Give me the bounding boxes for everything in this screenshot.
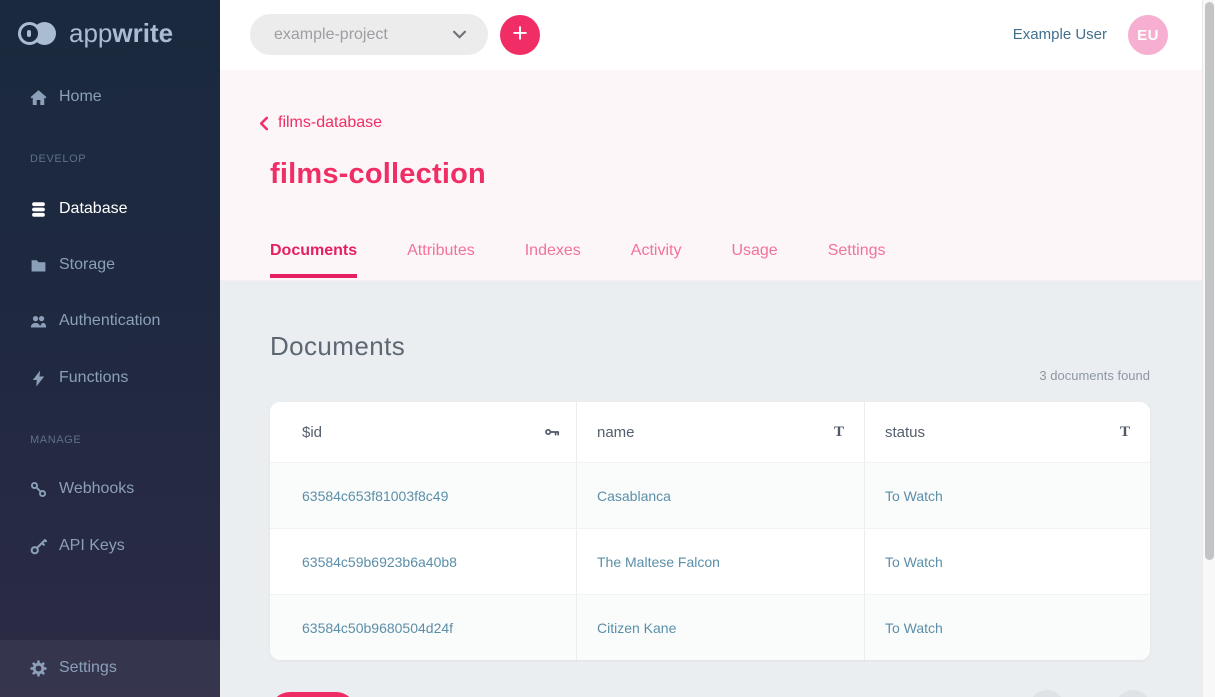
tab-usage[interactable]: Usage	[731, 242, 777, 278]
appwrite-logo-icon	[18, 20, 58, 47]
sidebar: appwrite Home DEVELOP Database Storage A…	[0, 0, 220, 697]
sidebar-item-settings[interactable]: Settings	[30, 657, 117, 679]
sidebar-section-manage: MANAGE	[30, 434, 81, 446]
table-row[interactable]: 63584c50b9680504d24f Citizen Kane To Wat…	[270, 594, 1150, 660]
page-title: films-collection	[270, 158, 486, 191]
pagination-next-button[interactable]	[1115, 690, 1151, 697]
chevron-left-icon	[258, 116, 270, 131]
home-icon	[30, 89, 47, 106]
sidebar-item-label: Storage	[59, 254, 115, 276]
topbar: example-project + Example User EU	[220, 0, 1215, 70]
sidebar-item-authentication[interactable]: Authentication	[30, 310, 160, 332]
section-heading: Documents	[270, 331, 405, 362]
plus-icon: +	[512, 20, 528, 47]
column-header-status[interactable]: status T	[864, 402, 1150, 462]
users-icon	[30, 313, 47, 330]
tab-bar: Documents Attributes Indexes Activity Us…	[270, 242, 886, 278]
add-document-button[interactable]	[270, 692, 356, 697]
project-selector-dropdown[interactable]: example-project	[250, 14, 488, 55]
document-name-cell: Citizen Kane	[576, 595, 864, 660]
sidebar-footer: Settings	[0, 640, 220, 697]
breadcrumb[interactable]: films-database	[258, 114, 382, 132]
sidebar-item-label: Settings	[59, 657, 117, 679]
sidebar-item-label: Webhooks	[59, 478, 134, 500]
document-status-cell: To Watch	[864, 595, 1150, 660]
appwrite-logo[interactable]: appwrite	[18, 18, 173, 49]
avatar[interactable]: EU	[1128, 15, 1168, 55]
tab-attributes[interactable]: Attributes	[407, 242, 475, 278]
appwrite-console: appwrite Home DEVELOP Database Storage A…	[0, 0, 1215, 697]
chevron-down-icon	[453, 30, 466, 39]
documents-count: 3 documents found	[1039, 368, 1150, 383]
column-header-name[interactable]: name T	[576, 402, 864, 462]
table-row[interactable]: 63584c653f81003f8c49 Casablanca To Watch	[270, 462, 1150, 528]
text-type-icon: T	[834, 424, 844, 441]
column-header-id[interactable]: $id	[270, 402, 576, 462]
sidebar-item-label: Authentication	[59, 310, 160, 332]
tab-indexes[interactable]: Indexes	[525, 242, 581, 278]
document-name-cell: The Maltese Falcon	[576, 529, 864, 594]
database-icon	[30, 201, 47, 218]
breadcrumb-label: films-database	[278, 114, 382, 132]
sidebar-item-home[interactable]: Home	[30, 86, 102, 108]
scrollbar-track[interactable]	[1202, 0, 1215, 697]
sidebar-item-webhooks[interactable]: Webhooks	[30, 478, 134, 500]
documents-table: $id name T status T 63584c653f81003f8c49…	[270, 402, 1150, 660]
column-label: status	[885, 424, 925, 441]
link-icon	[30, 481, 47, 498]
column-label: $id	[302, 424, 322, 441]
logo-wordmark: appwrite	[69, 18, 173, 49]
scrollbar-thumb[interactable]	[1205, 2, 1214, 560]
folder-icon	[30, 257, 47, 274]
sidebar-item-label: API Keys	[59, 535, 125, 557]
key-icon	[30, 538, 47, 555]
sidebar-item-label: Functions	[59, 367, 128, 389]
document-status-cell: To Watch	[864, 463, 1150, 528]
document-id-cell[interactable]: 63584c59b6923b6a40b8	[270, 529, 576, 594]
collection-header: films-database films-collection Document…	[220, 70, 1215, 281]
sidebar-item-storage[interactable]: Storage	[30, 254, 115, 276]
text-type-icon: T	[1120, 424, 1130, 441]
tab-documents[interactable]: Documents	[270, 242, 357, 278]
documents-panel: Documents 3 documents found $id name T s…	[220, 281, 1215, 697]
sidebar-section-develop: DEVELOP	[30, 153, 86, 165]
logo-spark	[27, 30, 31, 37]
sidebar-item-api-keys[interactable]: API Keys	[30, 535, 125, 557]
table-row[interactable]: 63584c59b6923b6a40b8 The Maltese Falcon …	[270, 528, 1150, 594]
sidebar-item-label: Home	[59, 86, 102, 108]
sidebar-item-database[interactable]: Database	[30, 198, 128, 220]
key-icon	[545, 427, 560, 438]
gear-icon	[30, 660, 47, 677]
project-selector-value: example-project	[274, 26, 388, 44]
lightning-icon	[30, 370, 47, 387]
column-label: name	[597, 424, 635, 441]
sidebar-item-label: Database	[59, 198, 128, 220]
tab-settings[interactable]: Settings	[828, 242, 886, 278]
create-project-button[interactable]: +	[500, 15, 540, 55]
tab-activity[interactable]: Activity	[631, 242, 682, 278]
table-header-row: $id name T status T	[270, 402, 1150, 462]
document-name-cell: Casablanca	[576, 463, 864, 528]
pagination-prev-button[interactable]	[1029, 690, 1065, 697]
sidebar-item-functions[interactable]: Functions	[30, 367, 128, 389]
document-id-cell[interactable]: 63584c50b9680504d24f	[270, 595, 576, 660]
user-menu-link[interactable]: Example User	[1013, 26, 1107, 43]
document-id-cell[interactable]: 63584c653f81003f8c49	[270, 463, 576, 528]
document-status-cell: To Watch	[864, 529, 1150, 594]
avatar-initials: EU	[1137, 27, 1159, 44]
